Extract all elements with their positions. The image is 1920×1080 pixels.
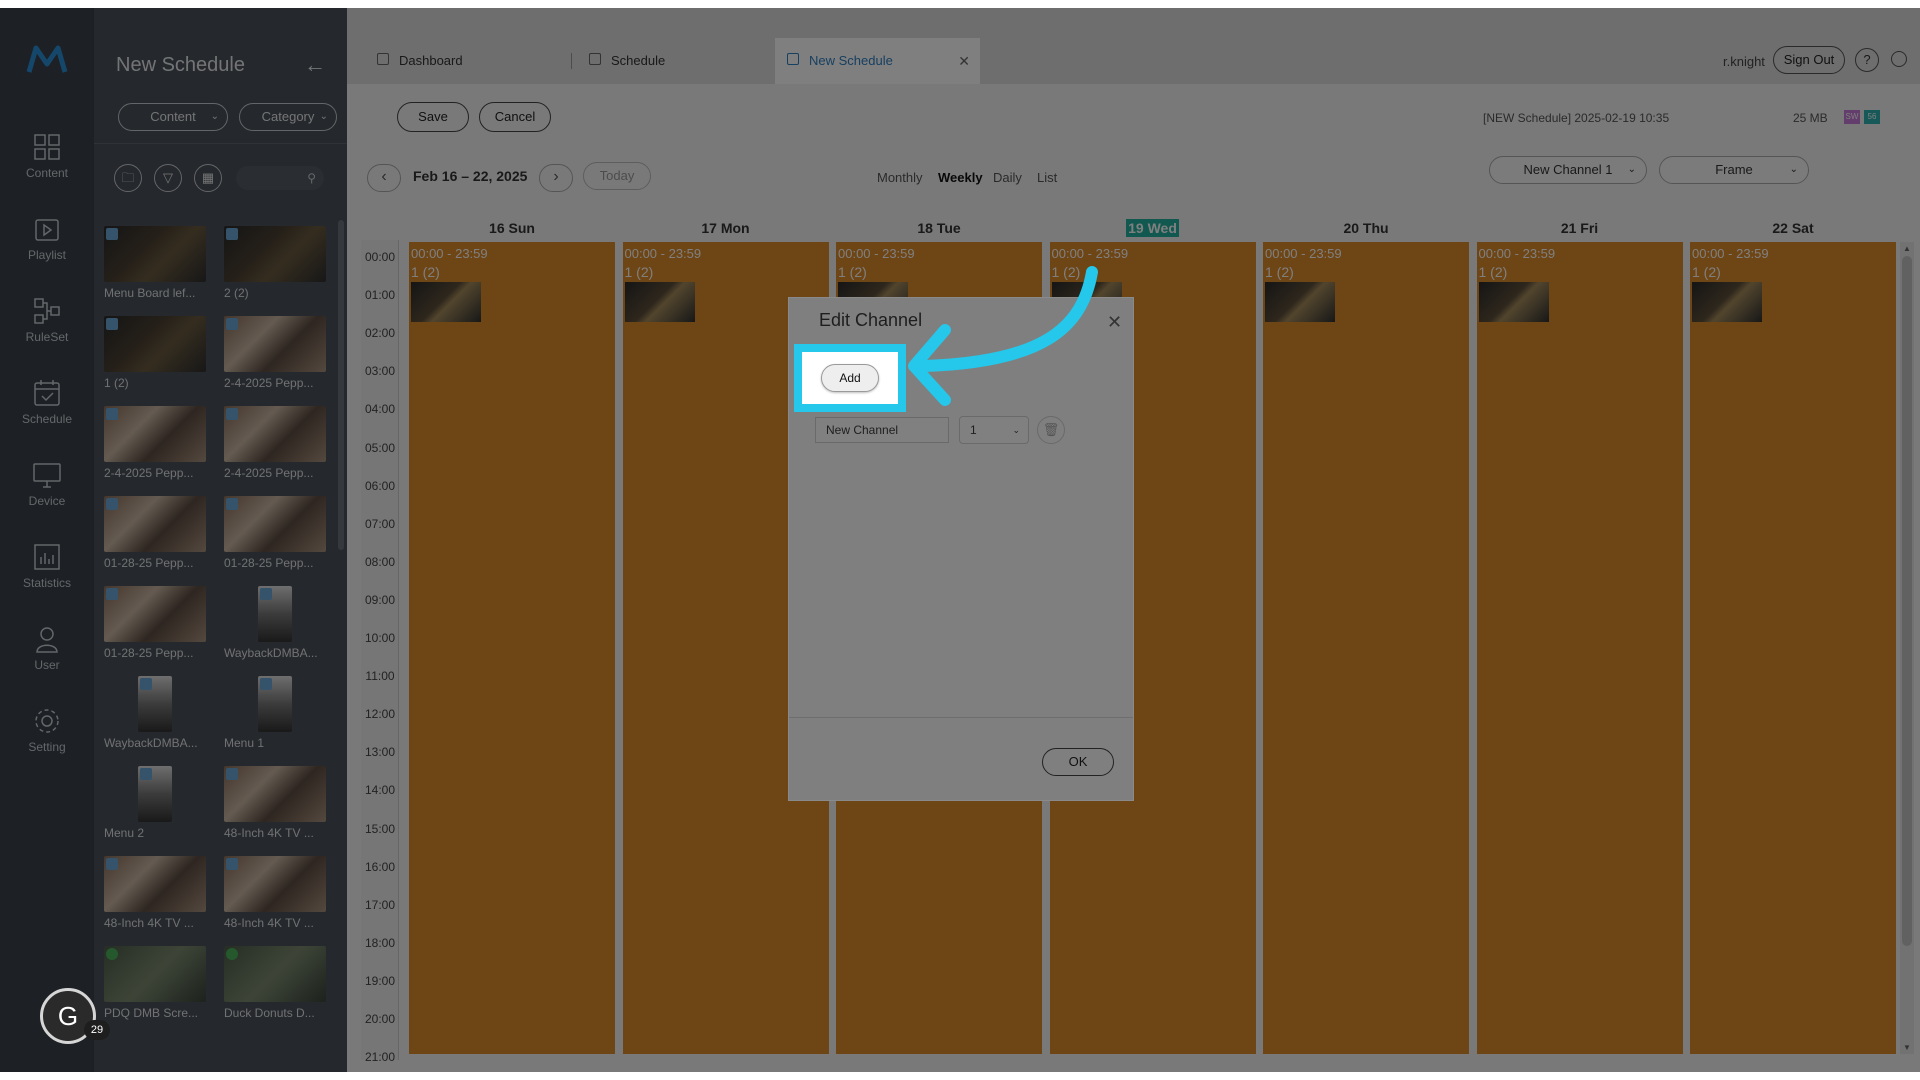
channel-number-value: 1 [970,423,977,437]
add-button-highlight: Add [794,344,906,412]
add-button[interactable]: Add [821,364,879,392]
channel-number-select[interactable]: 1 ⌄ [959,416,1029,444]
channel-name-input[interactable]: New Channel [815,417,949,443]
notification-count: 29 [84,1020,110,1040]
close-icon[interactable]: ✕ [1107,312,1122,333]
highlight-inner: Add [802,352,898,404]
delete-channel-icon[interactable]: 🗑 [1037,416,1065,444]
app-window: ContentPlaylistRuleSetScheduleDeviceStat… [0,8,1920,1072]
dialog-divider [789,717,1133,718]
ok-button[interactable]: OK [1042,748,1114,776]
chevron-down-icon: ⌄ [1012,425,1020,435]
dialog-title: Edit Channel [819,310,923,330]
